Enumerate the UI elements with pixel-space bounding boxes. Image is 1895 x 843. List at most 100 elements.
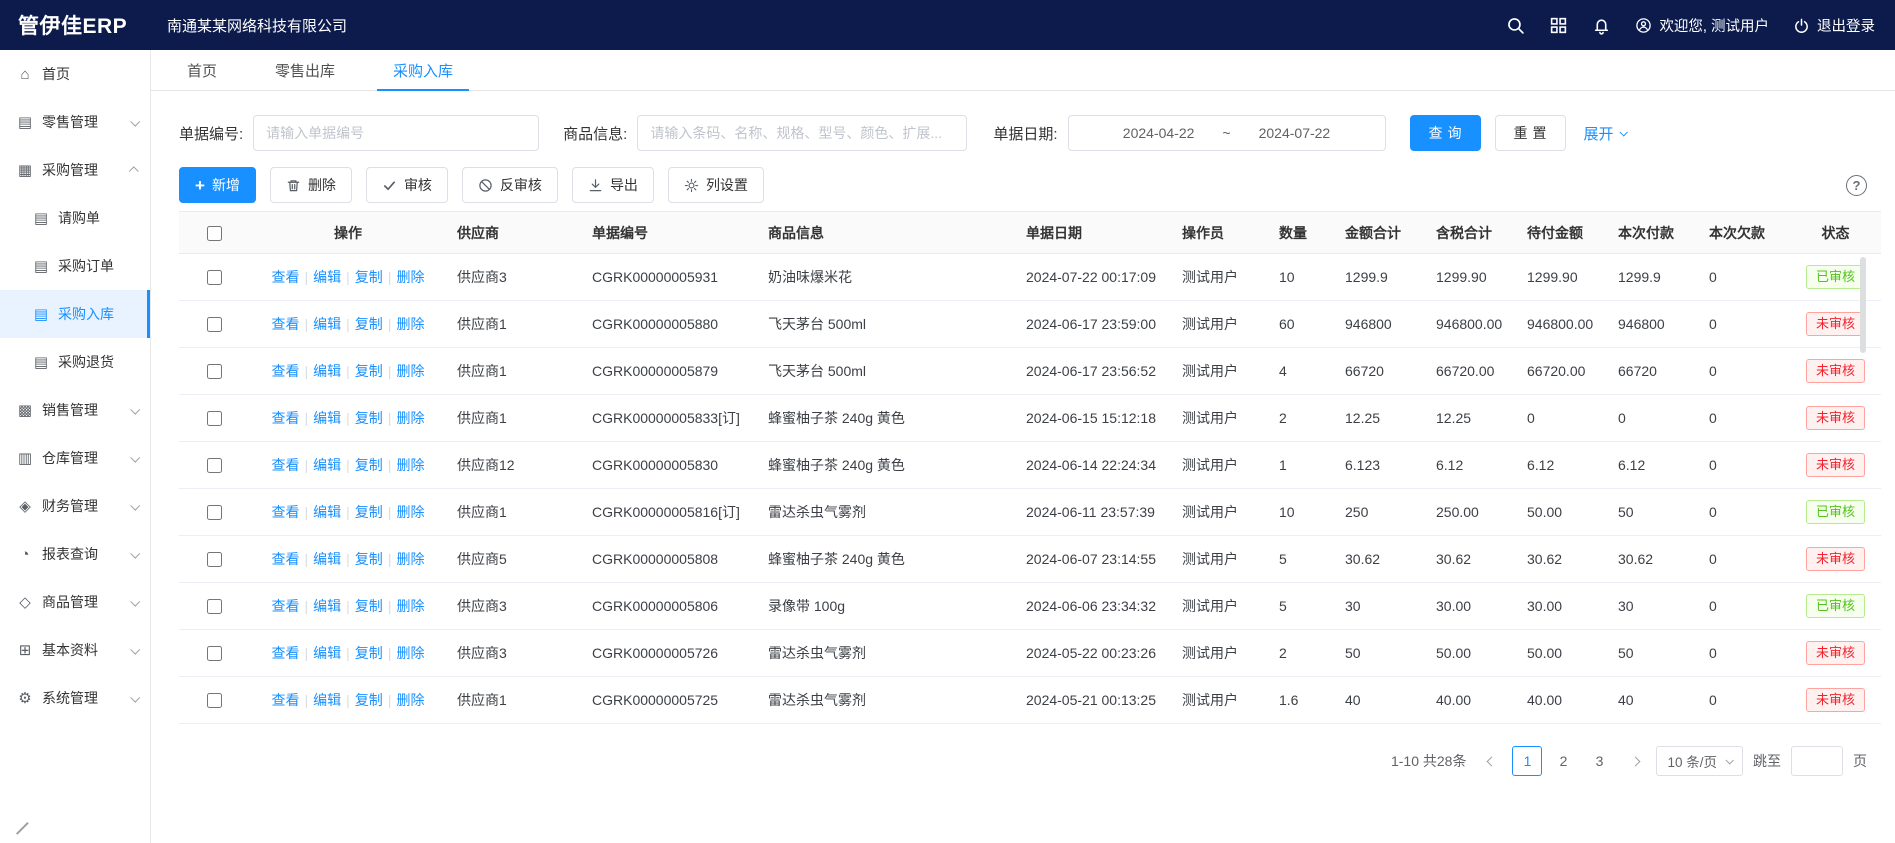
prev-page-button[interactable] bbox=[1480, 746, 1502, 776]
edit-link[interactable]: 编辑 bbox=[313, 363, 341, 379]
sidebar-item-purchase-inbound[interactable]: ▤采购入库 bbox=[0, 290, 150, 338]
copy-link[interactable]: 复制 bbox=[355, 363, 383, 379]
row-checkbox[interactable] bbox=[207, 552, 222, 567]
copy-link[interactable]: 复制 bbox=[355, 410, 383, 426]
view-link[interactable]: 查看 bbox=[272, 692, 300, 708]
audit-button[interactable]: 审核 bbox=[366, 167, 448, 203]
view-link[interactable]: 查看 bbox=[272, 316, 300, 332]
sidebar-item-home[interactable]: ⌂首页 bbox=[0, 50, 150, 98]
chevron-left-icon bbox=[1487, 756, 1497, 766]
sidebar-item-sales[interactable]: ▩销售管理 bbox=[0, 386, 150, 434]
logout-button[interactable]: 退出登录 bbox=[1793, 15, 1875, 36]
view-link[interactable]: 查看 bbox=[272, 269, 300, 285]
sidebar-item-purchase-order[interactable]: ▤采购订单 bbox=[0, 242, 150, 290]
next-page-button[interactable] bbox=[1624, 746, 1646, 776]
page-button-3[interactable]: 3 bbox=[1584, 746, 1614, 776]
edit-link[interactable]: 编辑 bbox=[313, 551, 341, 567]
row-checkbox[interactable] bbox=[207, 505, 222, 520]
tab-retail-outbound[interactable]: 零售出库 bbox=[269, 50, 341, 90]
edit-link[interactable]: 编辑 bbox=[313, 269, 341, 285]
edit-link[interactable]: 编辑 bbox=[313, 598, 341, 614]
edit-link[interactable]: 编辑 bbox=[313, 692, 341, 708]
delete-link[interactable]: 删除 bbox=[396, 551, 424, 567]
edit-link[interactable]: 编辑 bbox=[313, 457, 341, 473]
date-to-value[interactable]: 2024-07-22 bbox=[1259, 125, 1331, 141]
date-range-picker[interactable]: 2024-04-22 ~ 2024-07-22 bbox=[1068, 115, 1386, 151]
delete-link[interactable]: 删除 bbox=[396, 457, 424, 473]
reset-button[interactable]: 重置 bbox=[1495, 115, 1566, 151]
copy-link[interactable]: 复制 bbox=[355, 269, 383, 285]
sidebar-item-purchase-request[interactable]: ▤请购单 bbox=[0, 194, 150, 242]
select-all-checkbox[interactable] bbox=[207, 226, 222, 241]
copy-link[interactable]: 复制 bbox=[355, 457, 383, 473]
delete-link[interactable]: 删除 bbox=[396, 645, 424, 661]
bill-no-input[interactable] bbox=[253, 115, 539, 151]
sidebar-item-warehouse[interactable]: ▥仓库管理 bbox=[0, 434, 150, 482]
row-checkbox[interactable] bbox=[207, 411, 222, 426]
delete-link[interactable]: 删除 bbox=[396, 692, 424, 708]
copy-link[interactable]: 复制 bbox=[355, 692, 383, 708]
tab-home[interactable]: 首页 bbox=[181, 50, 223, 90]
delete-link[interactable]: 删除 bbox=[396, 410, 424, 426]
help-icon[interactable]: ? bbox=[1846, 175, 1867, 196]
page-button-2[interactable]: 2 bbox=[1548, 746, 1578, 776]
sidebar-item-product[interactable]: ◇商品管理 bbox=[0, 578, 150, 626]
edit-link[interactable]: 编辑 bbox=[313, 410, 341, 426]
row-checkbox[interactable] bbox=[207, 458, 222, 473]
scrollbar-thumb[interactable] bbox=[1860, 257, 1866, 353]
row-checkbox[interactable] bbox=[207, 646, 222, 661]
page-button-1[interactable]: 1 bbox=[1512, 746, 1542, 776]
view-link[interactable]: 查看 bbox=[272, 551, 300, 567]
bell-icon[interactable] bbox=[1592, 16, 1611, 35]
row-checkbox[interactable] bbox=[207, 364, 222, 379]
sidebar-item-report[interactable]: ◔报表查询 bbox=[0, 530, 150, 578]
expand-link[interactable]: 展开 bbox=[1584, 123, 1626, 144]
unaudit-button[interactable]: 反审核 bbox=[462, 167, 558, 203]
view-link[interactable]: 查看 bbox=[272, 457, 300, 473]
sidebar-item-system[interactable]: ⚙系统管理 bbox=[0, 674, 150, 722]
copy-link[interactable]: 复制 bbox=[355, 645, 383, 661]
welcome-user[interactable]: 欢迎您, 测试用户 bbox=[1635, 15, 1769, 36]
view-link[interactable]: 查看 bbox=[272, 598, 300, 614]
sidebar-item-purchase-return[interactable]: ▤采购退货 bbox=[0, 338, 150, 386]
sidebar-item-purchase[interactable]: ▦采购管理 bbox=[0, 146, 150, 194]
delete-link[interactable]: 删除 bbox=[396, 316, 424, 332]
jump-page-input[interactable] bbox=[1791, 746, 1843, 776]
add-button[interactable]: + 新增 bbox=[179, 167, 256, 203]
view-link[interactable]: 查看 bbox=[272, 410, 300, 426]
export-button[interactable]: 导出 bbox=[572, 167, 654, 203]
date-from-value[interactable]: 2024-04-22 bbox=[1123, 125, 1195, 141]
column-settings-button[interactable]: 列设置 bbox=[668, 167, 764, 203]
view-link[interactable]: 查看 bbox=[272, 363, 300, 379]
edit-link[interactable]: 编辑 bbox=[313, 504, 341, 520]
copy-link[interactable]: 复制 bbox=[355, 316, 383, 332]
delete-link[interactable]: 删除 bbox=[396, 269, 424, 285]
delete-link[interactable]: 删除 bbox=[396, 598, 424, 614]
sidebar-collapse-handle[interactable] bbox=[8, 821, 26, 835]
tab-purchase-inbound[interactable]: 采购入库 bbox=[387, 50, 459, 90]
search-button[interactable]: 查询 bbox=[1410, 115, 1481, 151]
product-info-input[interactable] bbox=[637, 115, 967, 151]
table-scrollbar[interactable] bbox=[1859, 257, 1867, 720]
delete-link[interactable]: 删除 bbox=[396, 363, 424, 379]
row-checkbox[interactable] bbox=[207, 317, 222, 332]
page-size-select[interactable]: 10 条/页 bbox=[1656, 746, 1743, 776]
view-link[interactable]: 查看 bbox=[272, 645, 300, 661]
row-checkbox[interactable] bbox=[207, 270, 222, 285]
edit-link[interactable]: 编辑 bbox=[313, 645, 341, 661]
copy-link[interactable]: 复制 bbox=[355, 598, 383, 614]
sidebar-item-basic-data[interactable]: ⊞基本资料 bbox=[0, 626, 150, 674]
row-checkbox[interactable] bbox=[207, 599, 222, 614]
copy-link[interactable]: 复制 bbox=[355, 504, 383, 520]
sidebar-item-finance[interactable]: ◈财务管理 bbox=[0, 482, 150, 530]
view-link[interactable]: 查看 bbox=[272, 504, 300, 520]
apps-icon[interactable] bbox=[1549, 16, 1568, 35]
edit-link[interactable]: 编辑 bbox=[313, 316, 341, 332]
delete-link[interactable]: 删除 bbox=[396, 504, 424, 520]
delete-button[interactable]: 删除 bbox=[270, 167, 352, 203]
sidebar-item-retail[interactable]: ▤零售管理 bbox=[0, 98, 150, 146]
app-logo: 管伊佳ERP bbox=[0, 10, 151, 40]
row-checkbox[interactable] bbox=[207, 693, 222, 708]
search-icon[interactable] bbox=[1506, 16, 1525, 35]
copy-link[interactable]: 复制 bbox=[355, 551, 383, 567]
